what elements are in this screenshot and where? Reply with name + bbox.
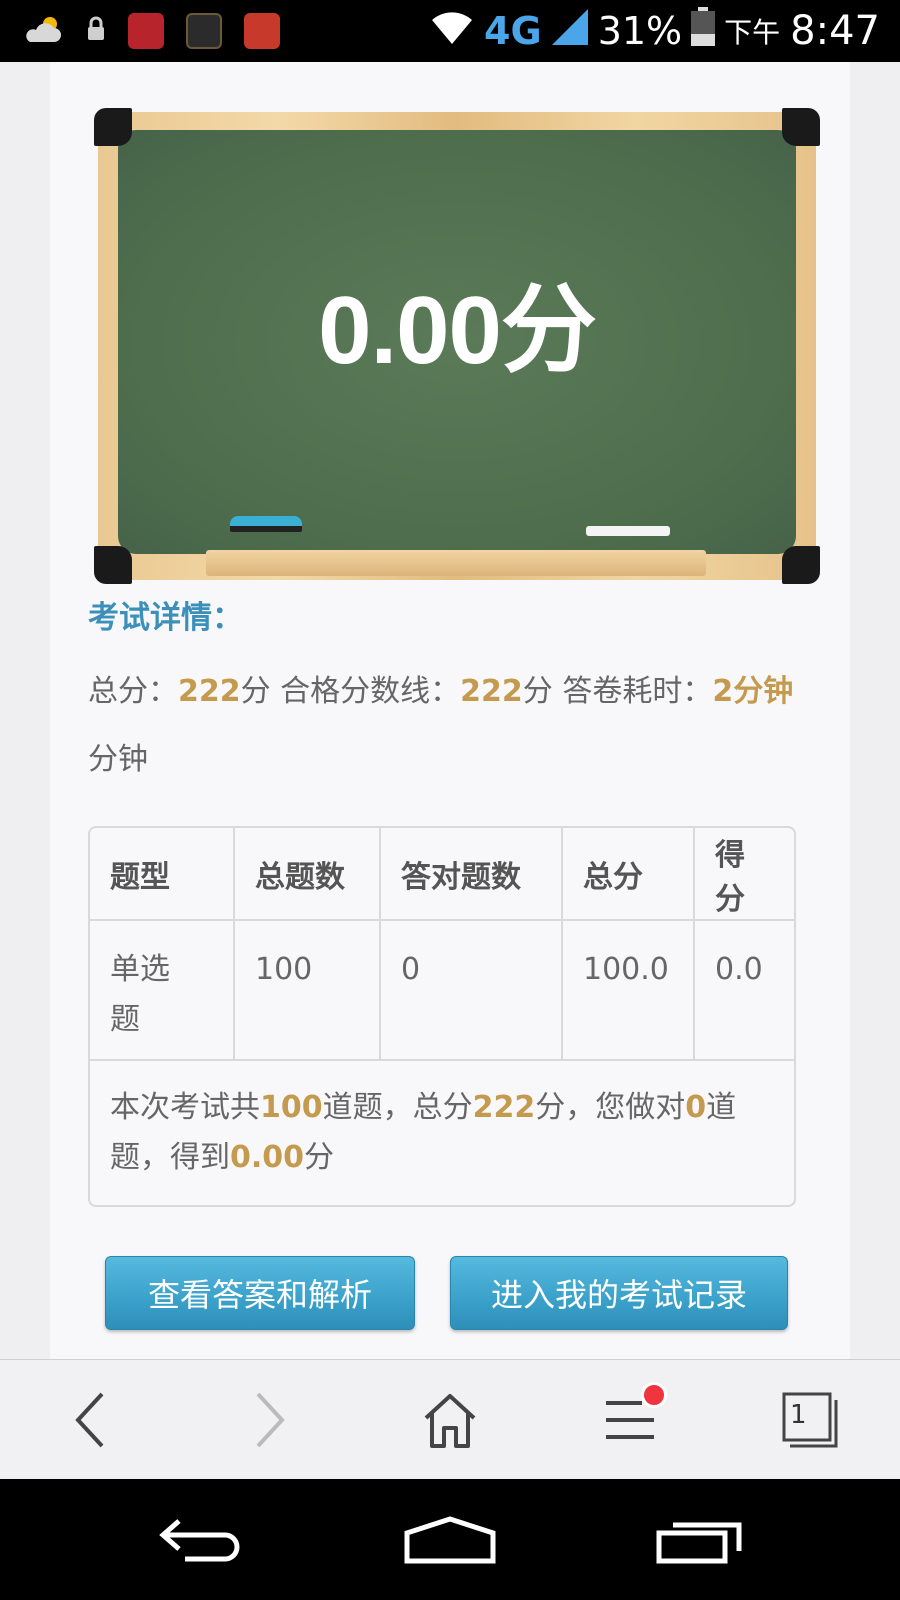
system-navigation-bar	[0, 1479, 900, 1600]
recent-apps-icon[interactable]	[650, 1479, 750, 1600]
browser-toolbar: 1	[0, 1359, 900, 1479]
battery-percentage: 31%	[597, 9, 683, 53]
network-type: 4G	[484, 9, 542, 53]
wifi-icon	[428, 8, 476, 55]
board-corner	[782, 108, 820, 146]
table-cell: 单选题	[90, 919, 235, 1061]
ampm-label: 下午	[724, 16, 781, 49]
menu-icon[interactable]	[590, 1360, 670, 1480]
column-header: 答对题数	[379, 828, 563, 921]
pass-line-label: 合格分数线：	[270, 674, 461, 709]
app-notification-icon	[186, 13, 222, 49]
results-table: 题型 总题数 答对题数 总分 得分 单选题 100 0 100.0 0.0 本次…	[88, 826, 796, 1207]
column-header: 总分	[561, 828, 695, 921]
table-cell: 100	[233, 919, 381, 1061]
exam-records-button[interactable]: 进入我的考试记录	[450, 1256, 788, 1330]
time-unit-label: 分钟	[88, 742, 148, 777]
details-heading: 考试详情：	[88, 600, 243, 636]
tabs-icon[interactable]: 1	[770, 1360, 850, 1480]
time-spent-value: 2分钟	[712, 674, 794, 709]
note-text: 分，您做对	[535, 1090, 686, 1125]
clock: 8:47	[790, 8, 880, 54]
result-page: 0.00分 考试详情： 总分：222分 合格分数线：222分 答卷耗时：2分钟分…	[50, 62, 850, 1359]
total-score-label: 总分：	[88, 674, 178, 709]
exam-summary: 总分：222分 合格分数线：222分 答卷耗时：2分钟分钟	[88, 658, 818, 794]
blackboard: 0.00分	[94, 108, 820, 584]
table-cell: 100.0	[561, 919, 695, 1061]
home-button-icon[interactable]	[400, 1479, 500, 1600]
unit-label: 分	[522, 674, 553, 709]
tabs-count: 1	[790, 1400, 807, 1430]
app-notification-icon	[128, 13, 164, 49]
app-notification-icon	[244, 13, 280, 49]
chalk-icon	[586, 526, 670, 536]
column-header: 得分	[693, 828, 794, 921]
note-total-score: 222	[472, 1090, 536, 1125]
back-icon[interactable]	[150, 1479, 250, 1600]
result-note: 本次考试共100道题，总分222分，您做对0道题，得到0.00分	[90, 1059, 794, 1205]
note-text: 分	[304, 1140, 335, 1175]
home-icon[interactable]	[410, 1360, 490, 1480]
table-cell: 0	[379, 919, 563, 1061]
notification-dot	[641, 1382, 667, 1408]
board-corner	[94, 108, 132, 146]
column-header: 题型	[90, 828, 235, 921]
table-cell: 0.0	[693, 919, 794, 1061]
column-header: 总题数	[233, 828, 381, 921]
total-score-value: 222	[178, 674, 241, 709]
chalk-tray	[206, 550, 706, 576]
note-text: 本次考试共	[110, 1090, 260, 1125]
eraser-icon	[230, 516, 302, 532]
unit-label: 分	[240, 674, 271, 709]
board-corner	[782, 546, 820, 584]
chevron-right-icon[interactable]	[240, 1360, 300, 1480]
table-footer-row: 本次考试共100道题，总分222分，您做对0道题，得到0.00分	[90, 1059, 794, 1205]
status-bar: 4G 31% 下午 8:47	[0, 0, 900, 62]
time-spent-label: 答卷耗时：	[552, 674, 713, 709]
table-header-row: 题型 总题数 答对题数 总分 得分	[90, 828, 794, 921]
note-text: 道题，总分	[322, 1090, 473, 1125]
table-row: 单选题 100 0 100.0 0.0	[90, 919, 794, 1061]
chevron-left-icon[interactable]	[60, 1360, 120, 1480]
correct-count: 0	[685, 1090, 707, 1125]
note-score: 0.00	[230, 1140, 305, 1175]
exam-score: 0.00分	[318, 277, 597, 384]
pass-line-value: 222	[460, 674, 523, 709]
question-count: 100	[260, 1090, 323, 1125]
signal-icon	[550, 7, 590, 56]
view-answers-button[interactable]: 查看答案和解析	[105, 1256, 415, 1330]
lock-icon	[86, 16, 106, 46]
battery-icon	[690, 6, 716, 56]
weather-icon	[24, 12, 64, 50]
board-corner	[94, 546, 132, 584]
